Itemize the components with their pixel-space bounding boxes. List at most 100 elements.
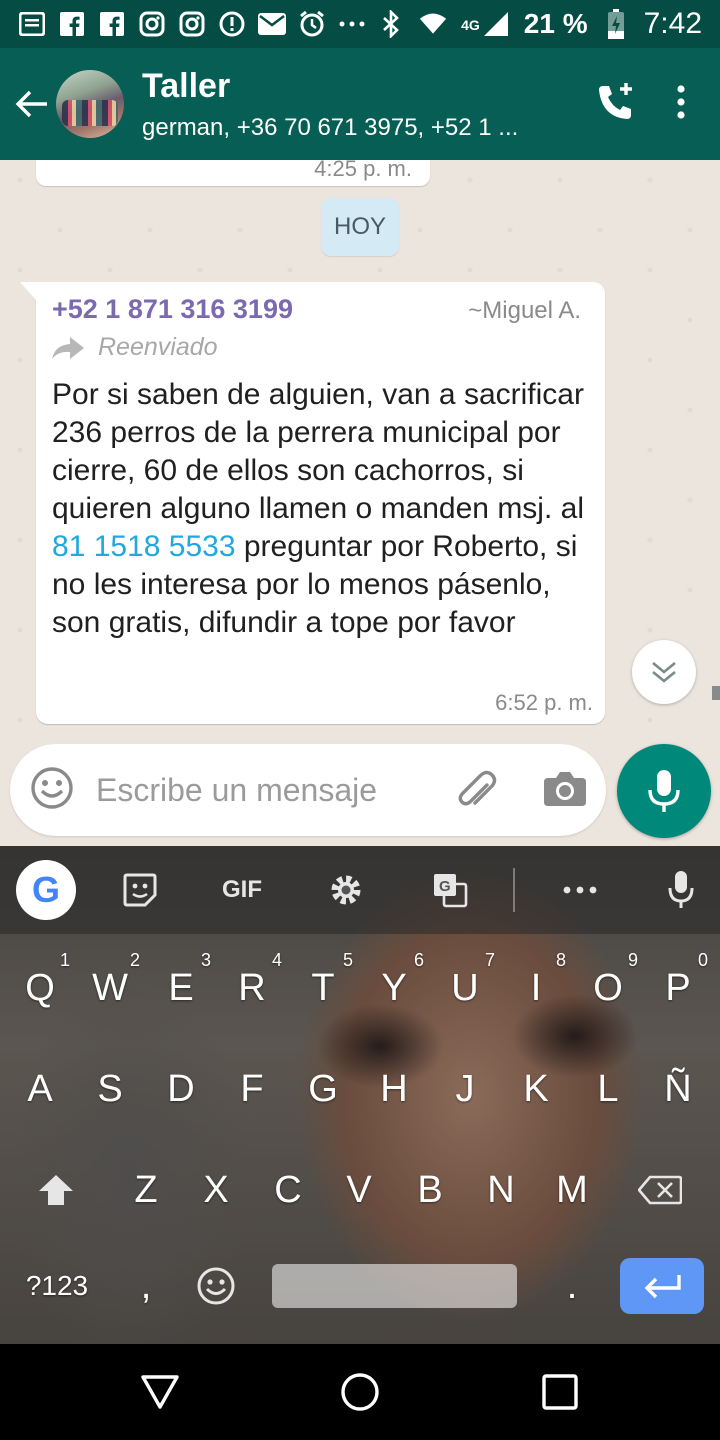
google-search-button[interactable]: G: [16, 860, 76, 920]
back-button[interactable]: [0, 48, 64, 160]
key-y[interactable]: Y6: [364, 938, 424, 1038]
microphone-icon: [648, 770, 680, 812]
key-z[interactable]: Z: [116, 1140, 176, 1240]
gif-button[interactable]: GIF: [212, 868, 272, 912]
key-i[interactable]: I8: [506, 938, 566, 1038]
svg-text:G: G: [439, 878, 451, 895]
instagram-icon: [178, 10, 206, 38]
message-time: 6:52 p. m.: [495, 690, 593, 715]
network-type: 4G: [461, 17, 480, 33]
shift-key[interactable]: [26, 1140, 86, 1240]
key-q[interactable]: Q1: [10, 938, 70, 1038]
add-call-button[interactable]: [594, 81, 636, 128]
notification-icons: [18, 10, 366, 38]
nav-back-button[interactable]: [130, 1362, 190, 1422]
message-text-part1: Por si saben de alguien, van a sacrifica…: [52, 378, 584, 525]
key-m[interactable]: M: [542, 1140, 602, 1240]
chat-title: Taller: [142, 66, 231, 105]
message-bubble[interactable]: +52 1 871 316 3199 ~Miguel A. Reenviado …: [20, 282, 605, 724]
signal-icon: [482, 10, 510, 38]
key-h[interactable]: H: [364, 1039, 424, 1139]
previous-message[interactable]: 4:25 p. m.: [36, 160, 430, 186]
space-bar[interactable]: [272, 1264, 517, 1308]
group-avatar[interactable]: [56, 70, 124, 138]
key-a[interactable]: A: [10, 1039, 70, 1139]
chat-participants: german, +36 70 671 3975, +52 1 ...: [142, 113, 519, 141]
translate-icon: G: [434, 874, 468, 908]
battery-percent: 21 %: [523, 8, 588, 39]
voice-message-button[interactable]: [617, 744, 711, 838]
attach-button[interactable]: [454, 766, 498, 815]
key-u[interactable]: U7: [435, 938, 495, 1038]
symbols-key[interactable]: ?123: [24, 1236, 90, 1336]
circle-home-icon: [341, 1373, 379, 1411]
key-row-1: Q1 W2 E3 R4 T5 Y6 U7 I8 O9 P0: [0, 938, 720, 1038]
key-f[interactable]: F: [222, 1039, 282, 1139]
menu-button[interactable]: [676, 84, 686, 124]
facebook-icon: [58, 10, 86, 38]
backspace-icon: [638, 1175, 682, 1205]
clock: 7:42: [643, 7, 702, 40]
key-e[interactable]: E3: [151, 938, 211, 1038]
chat-header: Taller german, +36 70 671 3975, +52 1 ..…: [0, 48, 720, 160]
system-navigation-bar: [0, 1344, 720, 1440]
message-text: Por si saben de alguien, van a sacrifica…: [52, 376, 589, 642]
voice-typing-button[interactable]: [664, 868, 698, 912]
key-row-3: Z X C V B N M: [0, 1140, 720, 1240]
forwarded-label: Reenviado: [52, 333, 589, 362]
message-input[interactable]: [96, 771, 426, 809]
emoji-key[interactable]: [186, 1236, 246, 1336]
key-k[interactable]: K: [506, 1039, 566, 1139]
key-v[interactable]: V: [329, 1140, 389, 1240]
shift-icon: [39, 1175, 73, 1205]
key-o[interactable]: O9: [578, 938, 638, 1038]
bluetooth-icon: [377, 10, 405, 38]
sticker-button[interactable]: [120, 868, 160, 912]
sticker-icon: [123, 873, 157, 907]
key-t[interactable]: T5: [293, 938, 353, 1038]
keyboard-toolbar: G GIF G: [0, 846, 720, 934]
emoji-button[interactable]: [30, 766, 74, 815]
chat-info[interactable]: Taller german, +36 70 671 3975, +52 1 ..…: [142, 67, 594, 142]
scroll-to-bottom-button[interactable]: [632, 640, 696, 704]
key-w[interactable]: W2: [80, 938, 140, 1038]
key-b[interactable]: B: [400, 1140, 460, 1240]
sender-number[interactable]: +52 1 871 316 3199: [52, 294, 293, 325]
battery-charging-icon: [602, 9, 630, 39]
camera-icon: [544, 771, 586, 806]
key-x[interactable]: X: [186, 1140, 246, 1240]
nav-recents-button[interactable]: [530, 1362, 590, 1422]
message-composer[interactable]: [10, 744, 606, 836]
settings-button[interactable]: [326, 868, 366, 912]
nav-home-button[interactable]: [330, 1362, 390, 1422]
key-d[interactable]: D: [151, 1039, 211, 1139]
more-icon: [563, 886, 597, 894]
translate-button[interactable]: G: [430, 868, 470, 912]
key-c[interactable]: C: [258, 1140, 318, 1240]
microphone-icon: [668, 871, 694, 908]
key-l[interactable]: L: [578, 1039, 638, 1139]
key-enye[interactable]: Ñ: [648, 1039, 708, 1139]
comma-key[interactable]: ,: [116, 1236, 176, 1336]
emoji-icon: [31, 766, 73, 809]
enter-key[interactable]: [620, 1258, 704, 1314]
more-options-button[interactable]: [560, 868, 600, 912]
key-r[interactable]: R4: [222, 938, 282, 1038]
phone-link[interactable]: 81 1518 5533: [52, 530, 236, 563]
key-g[interactable]: G: [293, 1039, 353, 1139]
key-s[interactable]: S: [80, 1039, 140, 1139]
key-p[interactable]: P0: [648, 938, 708, 1038]
on-screen-keyboard[interactable]: G GIF G Q1 W2 E3 R4 T5 Y6 U7 I8 O9 P0 A …: [0, 846, 720, 1344]
enter-arrow-icon: [644, 1275, 681, 1299]
emoji-icon: [197, 1267, 235, 1305]
notes-icon: [18, 10, 46, 38]
backspace-key[interactable]: [630, 1140, 690, 1240]
camera-button[interactable]: [544, 770, 586, 811]
gear-icon: [331, 875, 361, 905]
key-n[interactable]: N: [471, 1140, 531, 1240]
alert-icon: [218, 10, 246, 38]
kebab-menu-icon: [677, 84, 685, 119]
key-j[interactable]: J: [435, 1039, 495, 1139]
message-time: 4:25 p. m.: [314, 160, 412, 181]
period-key[interactable]: .: [542, 1236, 602, 1336]
